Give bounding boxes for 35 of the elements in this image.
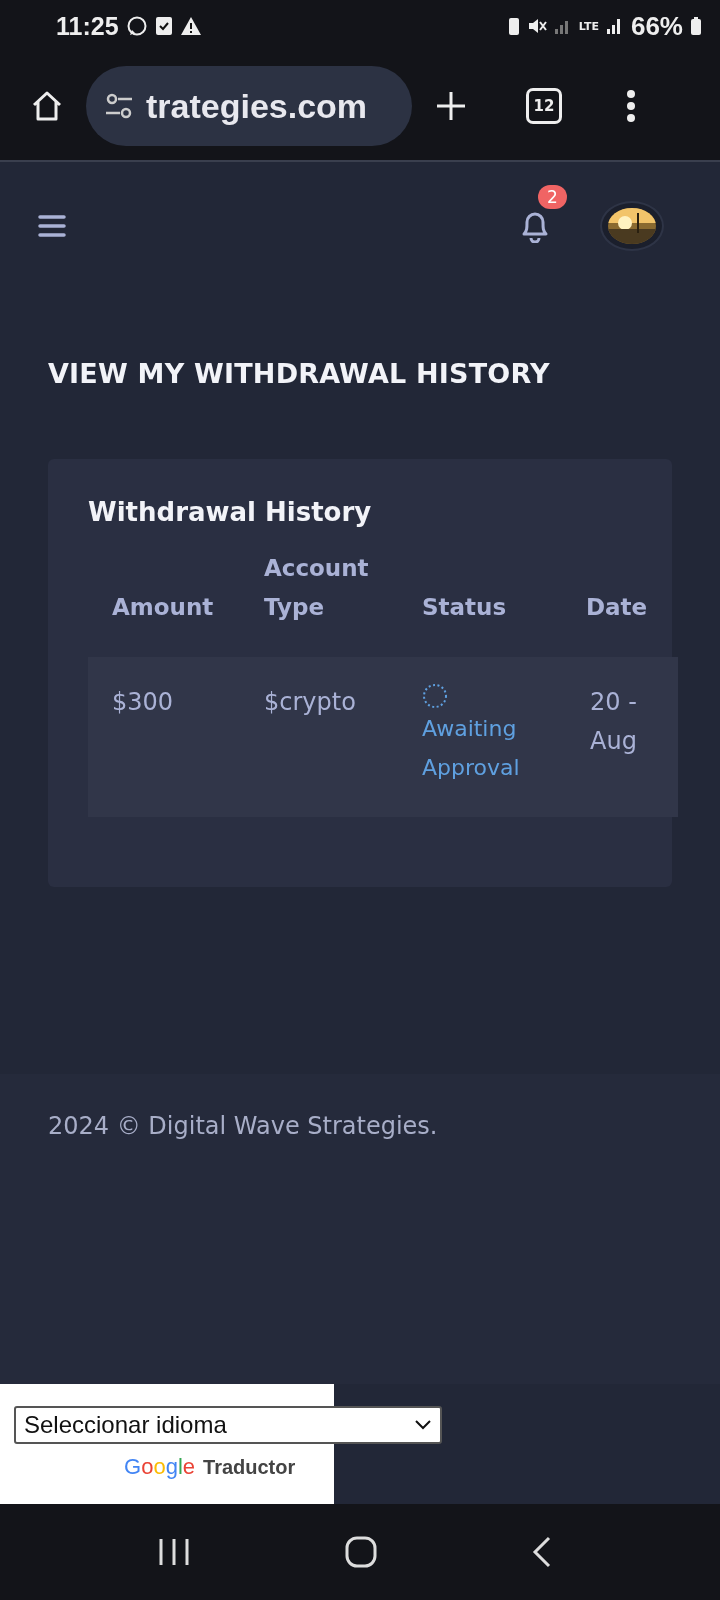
chat-icon [125, 15, 148, 37]
language-select[interactable]: Seleccionar idioma [14, 1406, 442, 1444]
column-header: Date [586, 593, 649, 622]
column-header: Status [422, 593, 508, 622]
column-header: Account Type [264, 554, 370, 622]
tab-count-button[interactable]: 12 [526, 88, 562, 124]
column-header: Amount [112, 593, 215, 622]
url-text: trategies.com [146, 86, 368, 126]
battery-saver-icon [507, 16, 520, 36]
page-title: VIEW MY WITHDRAWAL HISTORY [48, 358, 551, 389]
chevron-down-icon [414, 1419, 432, 1431]
new-tab-icon[interactable] [434, 89, 468, 123]
warning-icon [179, 16, 202, 36]
table-cell-text: 20 - Aug [589, 687, 638, 757]
battery-icon [690, 16, 702, 36]
site-settings-icon[interactable] [104, 92, 134, 120]
translator-label: Traductor [203, 1455, 296, 1479]
checkbox-icon [154, 16, 173, 36]
table-cell-text: $300 [112, 687, 175, 718]
table-cell-text: $crypto [264, 687, 357, 718]
more-icon[interactable] [626, 89, 636, 123]
home-icon[interactable] [30, 89, 64, 123]
battery-percent: 66% [630, 10, 683, 42]
card-title: Withdrawal History [88, 497, 373, 527]
address-bar[interactable]: trategies.com [86, 66, 412, 146]
mute-icon [526, 17, 547, 35]
home-icon[interactable] [344, 1535, 378, 1569]
pending-icon [422, 683, 448, 709]
menu-icon[interactable] [38, 214, 66, 238]
network-type: LTE [578, 19, 599, 33]
clock-time: 11:25 [56, 11, 119, 41]
copyright-text: 2024 © Digital Wave Strategies. [48, 1112, 438, 1140]
status-text: Awaiting Approval [422, 715, 521, 782]
notification-badge: 2 [538, 185, 567, 209]
google-logo: Google [124, 1454, 195, 1480]
